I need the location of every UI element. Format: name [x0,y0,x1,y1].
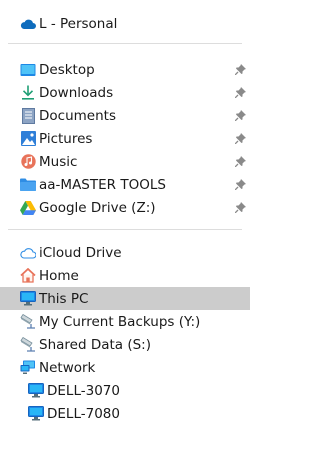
monitor-icon [20,291,36,307]
nav-item-label: DELL-3070 [47,382,120,399]
nav-item-label: Documents [39,107,116,124]
google-drive-icon [20,200,36,216]
pin-icon[interactable] [234,155,246,167]
nav-item-label: Shared Data (S:) [39,336,151,353]
monitor-icon [28,383,44,399]
nav-item-label: Desktop [39,61,95,78]
desktop-folder-icon [20,62,36,78]
nav-item-label: Google Drive (Z:) [39,199,156,216]
nav-item-onedrive-personal[interactable]: L - Personal [0,12,250,35]
home-icon [20,268,36,284]
monitor-icon [28,406,44,422]
section-divider [8,43,242,44]
network-drive-icon [20,337,36,353]
nav-item-downloads[interactable]: Downloads [0,81,250,104]
nav-item-google-drive[interactable]: Google Drive (Z:) [0,196,250,219]
nav-item-label: iCloud Drive [39,244,122,261]
nav-item-label: Home [39,267,79,284]
pictures-icon [20,131,36,147]
nav-item-network[interactable]: Network [0,356,250,379]
documents-icon [20,107,36,124]
nav-item-label: L - Personal [39,15,118,32]
cloud-icon [20,245,36,261]
nav-item-label: This PC [39,290,89,307]
nav-item-my-current-backups[interactable]: My Current Backups (Y:) [0,310,250,333]
pin-icon[interactable] [234,178,246,190]
pin-icon[interactable] [234,86,246,98]
nav-item-home[interactable]: Home [0,264,250,287]
pin-icon[interactable] [234,63,246,75]
section-divider [8,229,242,230]
pin-icon[interactable] [234,109,246,121]
pin-icon[interactable] [234,132,246,144]
nav-item-label: Music [39,153,78,170]
nav-item-desktop[interactable]: Desktop [0,58,250,81]
network-icon [20,360,36,376]
nav-item-dell-3070[interactable]: DELL-3070 [0,379,250,402]
nav-item-this-pc[interactable]: This PC [0,287,250,310]
nav-item-label: My Current Backups (Y:) [39,313,201,330]
folder-icon [20,177,36,193]
nav-item-label: aa-MASTER TOOLS [39,176,166,193]
pin-icon[interactable] [234,201,246,213]
download-arrow-icon [20,85,36,101]
music-icon [20,154,36,170]
nav-item-music[interactable]: Music [0,150,250,173]
nav-item-label: Downloads [39,84,114,101]
nav-item-label: Pictures [39,130,93,147]
onedrive-cloud-icon [20,16,36,32]
nav-item-label: Network [39,359,96,376]
nav-item-shared-data[interactable]: Shared Data (S:) [0,333,250,356]
nav-item-dell-7080[interactable]: DELL-7080 [0,402,250,425]
nav-item-label: DELL-7080 [47,405,120,422]
network-drive-icon [20,314,36,330]
navigation-pane: L - Personal Desktop Downloads Documents [0,0,250,460]
nav-item-documents[interactable]: Documents [0,104,250,127]
nav-item-icloud-drive[interactable]: iCloud Drive [0,241,250,264]
nav-item-aa-master-tools[interactable]: aa-MASTER TOOLS [0,173,250,196]
nav-item-pictures[interactable]: Pictures [0,127,250,150]
